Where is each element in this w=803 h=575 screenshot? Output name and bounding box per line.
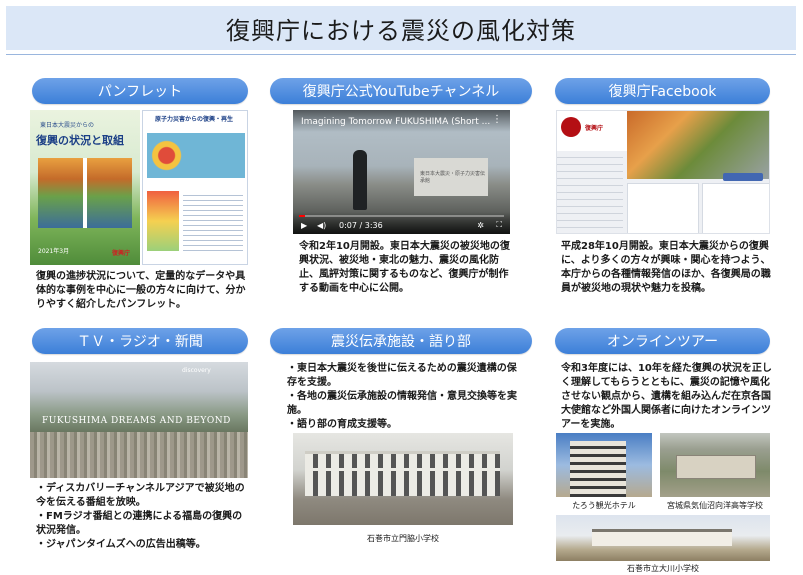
video-time: 0:07 / 3:36 — [339, 221, 383, 230]
youtube-video-player[interactable]: 東日本大震災・原子力災害伝承館 Imagining Tomorrow FUKUS… — [293, 110, 510, 234]
pamphlet-cover-kicker: 東日本大震災からの — [40, 122, 95, 129]
pamphlet-description: 復興の進捗状況について、定量的なデータや具体的な事例を中心に一般の方々に向けて、… — [36, 271, 246, 310]
facility-caption: 石巻市立門脇小学校 — [367, 534, 439, 543]
section-header-tour: オンラインツアー — [555, 328, 770, 354]
list-item: ・各地の震災伝承施設の情報発信・意見交換等を実施。 — [287, 391, 517, 416]
page-title: 復興庁における震災の風化対策 — [226, 16, 576, 45]
list-item: ・FMラジオ番組との連携による福島の復興の状況発信。 — [36, 511, 243, 536]
school-building — [305, 451, 500, 496]
tour-photo-hotel — [556, 433, 652, 497]
pamphlet-maps — [147, 133, 245, 178]
facebook-message-button — [723, 173, 763, 181]
facility-bullet-list: ・東日本大震災を後世に伝えるための震災遺構の保存を支援。 ・各地の震災伝承施設の… — [287, 362, 517, 432]
title-banner: 復興庁における震災の風化対策 — [6, 6, 796, 50]
tour-photo-school — [556, 515, 770, 561]
tv-program-image: discovery FUKUSHIMA DREAMS AND BEYOND — [30, 362, 248, 478]
facebook-sidebar — [557, 151, 623, 233]
video-title[interactable]: Imagining Tomorrow FUKUSHIMA (Short ... — [301, 117, 490, 127]
settings-icon[interactable]: ✲ — [477, 221, 484, 230]
list-item: ・ジャパンタイムズへの広告出稿等。 — [36, 539, 206, 550]
fullscreen-icon[interactable]: ⛶ — [496, 220, 502, 230]
section-header-pamphlet: パンフレット — [32, 78, 248, 104]
discovery-logo: discovery — [182, 367, 211, 374]
list-item: ・東日本大震災を後世に伝えるための震災遺構の保存を支援。 — [287, 363, 517, 388]
facility-photo — [293, 433, 513, 525]
youtube-description: 令和2年10月開設。東日本大震災の被災地の復興状況、被災地・東北の魅力、震災の風… — [299, 241, 510, 294]
tour-caption-hotel: たろう観光ホテル — [572, 501, 636, 510]
facebook-page-name: 復興庁 — [585, 125, 604, 132]
video-progress-bar[interactable] — [299, 215, 504, 217]
video-progress-fill — [299, 215, 306, 217]
volume-icon[interactable]: ◀) — [317, 221, 326, 230]
section-header-facebook: 復興庁Facebook — [555, 78, 770, 104]
facebook-page-screenshot: 復興庁 — [556, 110, 770, 234]
more-vert-icon[interactable]: ⋮ — [492, 114, 502, 125]
tv-bullet-list: ・ディスカバリーチャンネルアジアで被災地の今を伝える番組を放映。 ・FMラジオ番… — [36, 482, 248, 552]
section-header-facility: 震災伝承施設・語り部 — [270, 328, 532, 354]
tour-photo-highschool — [660, 433, 770, 497]
list-item: ・ディスカバリーチャンネルアジアで被災地の今を伝える番組を放映。 — [36, 483, 245, 508]
tv-overlay-text: FUKUSHIMA DREAMS AND BEYOND — [42, 416, 231, 426]
pamphlet-page-heading: 原子力災害からの復興・再生 — [155, 116, 234, 123]
tour-caption-school: 石巻市立大川小学校 — [627, 564, 699, 573]
video-person — [353, 150, 367, 210]
pamphlet-cover-photos — [38, 158, 132, 228]
pamphlet-cover-title: 復興の状況と取組 — [36, 134, 124, 147]
pamphlet-cover-logo: 復興庁 — [111, 250, 130, 257]
pamphlet-cover-date: 2021年3月 — [38, 248, 70, 255]
facebook-description: 平成28年10月開設。東日本大震災からの復興に、より多くの方々が興味・関心を持つ… — [561, 241, 771, 294]
facebook-post — [702, 183, 769, 233]
play-icon[interactable]: ▶ — [301, 221, 307, 230]
list-item: ・語り部の育成支援等。 — [287, 419, 397, 430]
section-header-tv: ＴＶ・ラジオ・新聞 — [32, 328, 248, 354]
section-header-youtube: 復興庁公式YouTubeチャンネル — [270, 78, 532, 104]
pamphlet-map-detail — [147, 191, 179, 251]
tour-description: 令和3年度には、10年を経た復興の状況を正しく理解してもらうとともに、震災の記憶… — [561, 363, 772, 430]
facebook-cover-photo — [627, 111, 769, 179]
facebook-avatar — [561, 117, 581, 137]
pamphlet-text-lines — [183, 191, 243, 251]
pamphlet-image: 東日本大震災からの 復興の状況と取組 2021年3月 復興庁 原子力災害からの復… — [30, 110, 248, 265]
pamphlet-inner-page: 原子力災害からの復興・再生 — [142, 110, 248, 265]
title-divider — [6, 54, 796, 55]
tour-caption-highschool: 宮城県気仙沼向洋高等学校 — [667, 501, 763, 510]
video-building: 東日本大震災・原子力災害伝承館 — [414, 158, 488, 196]
facebook-post — [627, 183, 699, 233]
pamphlet-cover: 東日本大震災からの 復興の状況と取組 2021年3月 復興庁 — [30, 110, 140, 265]
